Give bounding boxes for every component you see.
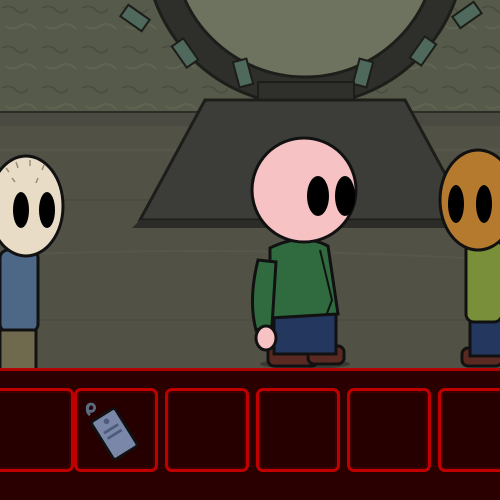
inventory-slot-6[interactable] — [438, 388, 500, 472]
game-world[interactable] — [0, 0, 500, 370]
inventory-slot-5[interactable] — [347, 388, 431, 472]
left-character-eye-right — [39, 192, 55, 228]
game-scene — [0, 0, 500, 500]
keycard-icon[interactable] — [77, 391, 155, 469]
left-character-eye-left — [13, 192, 29, 228]
player-eye-left — [307, 176, 329, 216]
right-character-eye-left — [448, 185, 464, 223]
inventory-slot-3[interactable] — [165, 388, 249, 472]
inventory-slot-4[interactable] — [256, 388, 340, 472]
right-character-eye-right — [476, 185, 492, 223]
inventory-bar — [0, 368, 500, 500]
inventory-slot-2[interactable] — [74, 388, 158, 472]
player-eye-right — [335, 176, 355, 216]
inventory-slot-1[interactable] — [0, 388, 74, 472]
